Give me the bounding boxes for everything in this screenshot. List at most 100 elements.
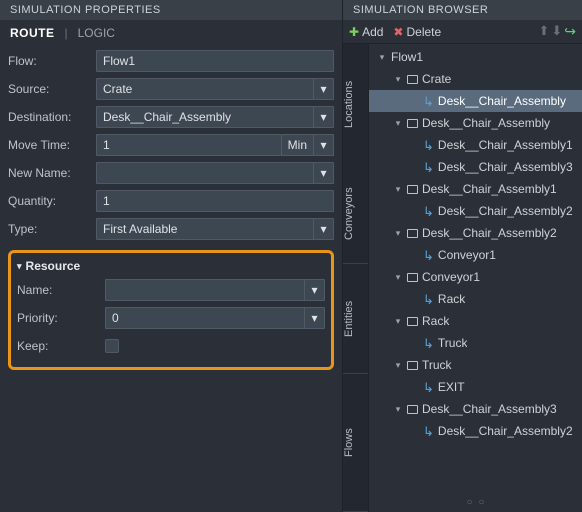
add-button[interactable]: ✚ Add bbox=[349, 25, 383, 39]
box-icon bbox=[407, 75, 418, 84]
tree-item-label: Desk__Chair_Assembly3 bbox=[422, 402, 557, 416]
expander-icon[interactable]: ▾ bbox=[393, 404, 403, 415]
simulation-properties-panel: SIMULATION PROPERTIES ROUTE | LOGIC Flow… bbox=[0, 0, 343, 512]
tree-item[interactable]: ↳ EXIT bbox=[369, 376, 582, 398]
chevron-down-icon: ▾ bbox=[313, 135, 333, 155]
tree-item[interactable]: ▾ Desk__Chair_Assembly2 bbox=[369, 222, 582, 244]
chevron-down-icon: ▾ bbox=[313, 107, 333, 127]
browser-side-tabs: Locations Conveyors Entities Flows bbox=[343, 44, 369, 512]
tree-item[interactable]: ↳Desk__Chair_Assembly2 bbox=[369, 200, 582, 222]
tree-item-label: Conveyor1 bbox=[438, 248, 496, 262]
browser-tree[interactable]: ▾ Flow1 ▾ Crate ↳ Desk__Chair_Assembly ▾ Desk__… bbox=[369, 44, 582, 493]
expander-icon[interactable]: ▾ bbox=[393, 184, 403, 195]
tree-item[interactable]: ↳Desk__Chair_Assembly1 bbox=[369, 134, 582, 156]
newname-label: New Name: bbox=[8, 166, 90, 180]
chevron-down-icon: ▾ bbox=[313, 79, 333, 99]
tree-item[interactable]: ▾ Conveyor1 bbox=[369, 266, 582, 288]
flow-input[interactable]: Flow1 bbox=[96, 50, 334, 72]
tab-divider: | bbox=[65, 26, 68, 40]
chevron-down-icon: ▾ bbox=[17, 261, 22, 272]
expander-icon[interactable]: ▾ bbox=[393, 228, 403, 239]
tree-item[interactable]: ↳Rack bbox=[369, 288, 582, 310]
tree-item-label: Rack bbox=[422, 314, 449, 328]
resource-section: ▾ Resource Name: ▾ Priority: 0 ▾ Keep: bbox=[8, 250, 334, 370]
tree-item[interactable]: ▾ Crate bbox=[369, 68, 582, 90]
browser-toolbar: ✚ Add ✖ Delete ⬆ ⬇ ↪ bbox=[343, 20, 582, 44]
tree-item-label: Desk__Chair_Assembly1 bbox=[438, 138, 573, 152]
resource-name-dropdown[interactable]: ▾ bbox=[105, 279, 325, 301]
expander-icon[interactable]: ▾ bbox=[393, 360, 403, 371]
tree-item-label: EXIT bbox=[438, 380, 465, 394]
route-arrow-icon: ↳ bbox=[423, 293, 434, 306]
plus-icon: ✚ bbox=[349, 25, 359, 39]
resource-name-label: Name: bbox=[17, 283, 99, 297]
source-label: Source: bbox=[8, 82, 90, 96]
tree-item[interactable]: ↳ Desk__Chair_Assembly bbox=[369, 90, 582, 112]
chevron-down-icon: ▾ bbox=[313, 219, 333, 239]
quantity-input[interactable]: 1 bbox=[96, 190, 334, 212]
move-down-button[interactable]: ⬇ bbox=[551, 23, 562, 40]
resource-priority-dropdown[interactable]: 0 ▾ bbox=[105, 307, 325, 329]
properties-header: SIMULATION PROPERTIES bbox=[0, 0, 342, 20]
expander-icon[interactable]: ▾ bbox=[393, 272, 403, 283]
tree-item-label: Desk__Chair_Assembly1 bbox=[422, 182, 557, 196]
tab-locations[interactable]: Locations bbox=[343, 44, 368, 164]
expander-icon[interactable]: ▾ bbox=[393, 118, 403, 129]
movetime-input[interactable]: 1 bbox=[96, 134, 281, 156]
tree-item-label: Desk__Chair_Assembly2 bbox=[438, 424, 573, 438]
box-icon bbox=[407, 361, 418, 370]
expander-icon[interactable]: ▾ bbox=[393, 74, 403, 85]
tree-item-label: Flow1 bbox=[391, 50, 423, 64]
tab-conveyors[interactable]: Conveyors bbox=[343, 164, 368, 264]
redo-button[interactable]: ↪ bbox=[564, 23, 576, 40]
chevron-down-icon: ▾ bbox=[313, 163, 333, 183]
tab-entities[interactable]: Entities bbox=[343, 264, 368, 374]
tree-item[interactable]: ▾ Desk__Chair_Assembly1 bbox=[369, 178, 582, 200]
tree-item[interactable]: ↳ Desk__Chair_Assembly3 bbox=[369, 156, 582, 178]
flow-label: Flow: bbox=[8, 54, 90, 68]
tree-item[interactable]: ↳Truck bbox=[369, 332, 582, 354]
box-icon bbox=[407, 317, 418, 326]
tree-item-label: Conveyor1 bbox=[422, 270, 480, 284]
tree-item-label: Desk__Chair_Assembly bbox=[438, 94, 566, 108]
browser-header: SIMULATION BROWSER bbox=[343, 0, 582, 20]
resource-keep-checkbox[interactable] bbox=[105, 339, 119, 353]
destination-label: Destination: bbox=[8, 110, 90, 124]
route-arrow-icon: ↳ bbox=[423, 337, 434, 350]
source-dropdown[interactable]: Crate ▾ bbox=[96, 78, 334, 100]
route-arrow-icon: ↳ bbox=[423, 95, 434, 108]
tree-item[interactable]: ▾ Flow1 bbox=[369, 46, 582, 68]
tree-item[interactable]: ▾ Rack bbox=[369, 310, 582, 332]
route-arrow-icon: ↳ bbox=[423, 381, 434, 394]
route-arrow-icon: ↳ bbox=[423, 205, 434, 218]
destination-dropdown[interactable]: Desk__Chair_Assembly ▾ bbox=[96, 106, 334, 128]
properties-tabs: ROUTE | LOGIC bbox=[0, 20, 342, 44]
tree-item[interactable]: ▾ Truck bbox=[369, 354, 582, 376]
tree-item[interactable]: ↳Desk__Chair_Assembly2 bbox=[369, 420, 582, 442]
tree-item[interactable]: ▾ Desk__Chair_Assembly3 bbox=[369, 398, 582, 420]
tab-flows[interactable]: Flows bbox=[343, 374, 368, 512]
expander-icon[interactable]: ▾ bbox=[393, 316, 403, 327]
resource-header[interactable]: ▾ Resource bbox=[17, 259, 325, 273]
tab-logic[interactable]: LOGIC bbox=[78, 26, 115, 40]
chevron-down-icon: ▾ bbox=[304, 308, 324, 328]
newname-dropdown[interactable]: ▾ bbox=[96, 162, 334, 184]
delete-button[interactable]: ✖ Delete bbox=[393, 25, 441, 39]
quantity-label: Quantity: bbox=[8, 194, 90, 208]
move-up-button[interactable]: ⬆ bbox=[538, 23, 549, 40]
tree-item[interactable]: ↳Conveyor1 bbox=[369, 244, 582, 266]
tree-item-label: Desk__Chair_Assembly3 bbox=[438, 160, 573, 174]
x-icon: ✖ bbox=[393, 25, 403, 39]
tree-item-label: Desk__Chair_Assembly bbox=[422, 116, 550, 130]
box-icon bbox=[407, 119, 418, 128]
tree-item[interactable]: ▾ Desk__Chair_Assembly bbox=[369, 112, 582, 134]
tab-route[interactable]: ROUTE bbox=[10, 26, 55, 40]
tree-item-label: Crate bbox=[422, 72, 451, 86]
route-arrow-icon: ↳ bbox=[423, 161, 434, 174]
tree-item-label: Truck bbox=[422, 358, 452, 372]
box-icon bbox=[407, 185, 418, 194]
type-dropdown[interactable]: First Available ▾ bbox=[96, 218, 334, 240]
tree-item-label: Desk__Chair_Assembly2 bbox=[422, 226, 557, 240]
expander-icon[interactable]: ▾ bbox=[377, 52, 387, 63]
movetime-unit-dropdown[interactable]: Min ▾ bbox=[281, 134, 334, 156]
